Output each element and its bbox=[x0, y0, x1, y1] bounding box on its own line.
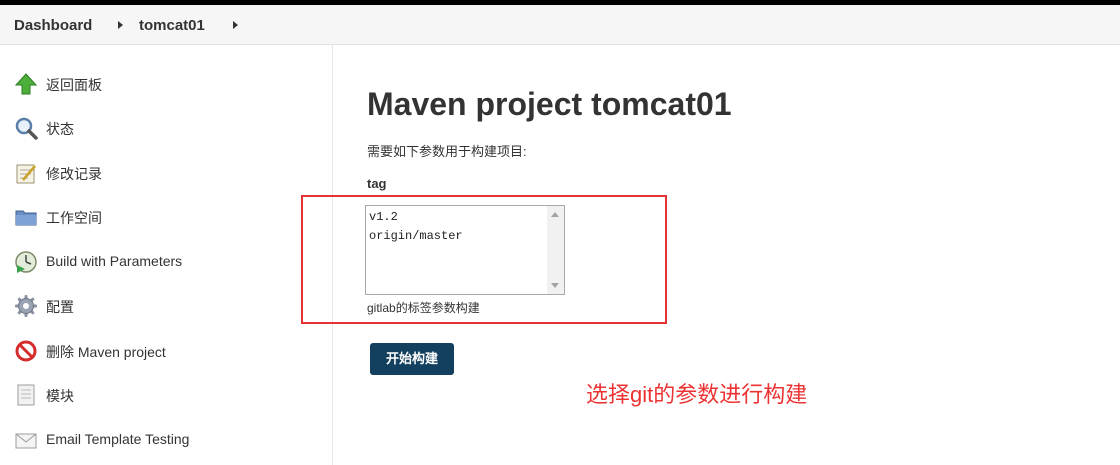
sidebar-item-workspace[interactable]: 工作空间 bbox=[0, 197, 332, 237]
annotation-highlight-frame bbox=[301, 195, 667, 324]
breadcrumb: Dashboard tomcat01 bbox=[0, 5, 1120, 45]
document-icon bbox=[17, 384, 35, 406]
sidebar-item-configure[interactable]: 配置 bbox=[0, 286, 332, 326]
sidebar-item-label: 返回面板 bbox=[46, 77, 102, 93]
annotation-text: 选择git的参数进行构建 bbox=[586, 382, 808, 407]
page-subtitle: 需要如下参数用于构建项目: bbox=[367, 144, 527, 159]
sidebar-item-back-to-dashboard[interactable]: 返回面板 bbox=[0, 64, 332, 104]
build-clock-icon bbox=[15, 251, 37, 273]
breadcrumb-tomcat01[interactable]: tomcat01 bbox=[139, 17, 205, 34]
sidebar-item-build-with-parameters[interactable]: Build with Parameters bbox=[0, 242, 332, 282]
folder-icon bbox=[15, 210, 37, 226]
sidebar-item-label: 删除 Maven project bbox=[46, 344, 166, 360]
sidebar-item-label: Email Template Testing bbox=[46, 431, 190, 447]
sidebar-item-changes[interactable]: 修改记录 bbox=[0, 153, 332, 193]
sidebar-item-status[interactable]: 状态 bbox=[0, 108, 332, 148]
arrow-up-icon bbox=[14, 73, 38, 95]
breadcrumb-dashboard-menu-icon[interactable] bbox=[118, 21, 123, 29]
magnifier-icon bbox=[15, 117, 38, 140]
breadcrumb-tomcat01-menu-icon[interactable] bbox=[233, 21, 238, 29]
sidebar-item-label: 模块 bbox=[46, 388, 74, 404]
envelope-icon bbox=[15, 433, 37, 449]
sidebar-item-label: Build with Parameters bbox=[46, 253, 183, 269]
sidebar: 返回面板 状态 修改记录 工作空间 Build with Parameters … bbox=[0, 45, 333, 465]
sidebar-item-label: 配置 bbox=[46, 299, 74, 315]
sidebar-item-label: 工作空间 bbox=[46, 210, 102, 226]
sidebar-item-label: 修改记录 bbox=[46, 166, 102, 182]
param-name-label: tag bbox=[367, 176, 387, 191]
sidebar-item-label: 状态 bbox=[46, 121, 74, 137]
gear-icon bbox=[15, 295, 37, 317]
breadcrumb-dashboard[interactable]: Dashboard bbox=[14, 17, 92, 34]
sidebar-item-delete-project[interactable]: 删除 Maven project bbox=[0, 331, 332, 371]
start-build-button[interactable]: 开始构建 bbox=[370, 343, 454, 375]
notepad-icon bbox=[16, 164, 36, 184]
no-entry-icon bbox=[15, 340, 37, 362]
sidebar-item-modules[interactable]: 模块 bbox=[0, 375, 332, 415]
sidebar-item-email-template-testing[interactable]: Email Template Testing bbox=[0, 420, 332, 460]
page-title: Maven project tomcat01 bbox=[367, 86, 732, 122]
